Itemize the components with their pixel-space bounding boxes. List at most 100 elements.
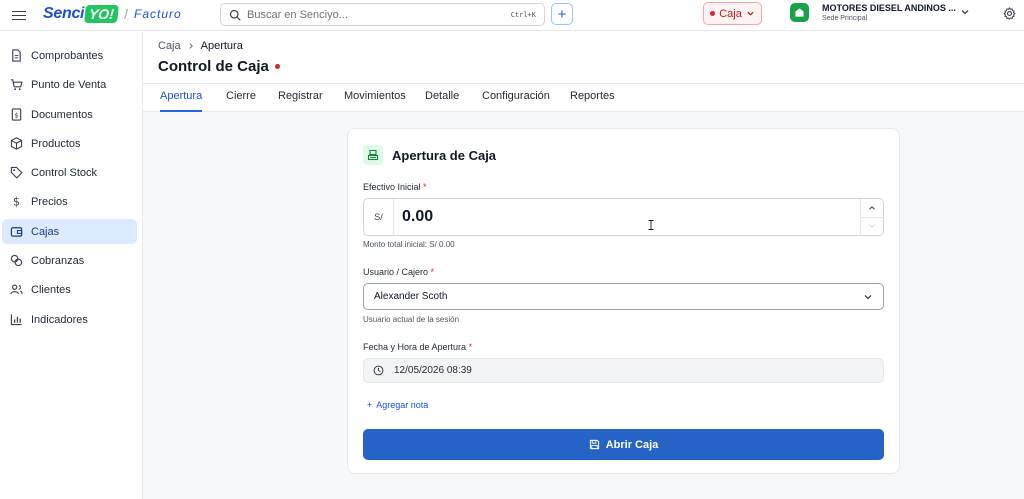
sidebar-item-comprobantes[interactable]: Comprobantes xyxy=(2,43,137,68)
caja-status-button[interactable]: Caja xyxy=(703,2,762,25)
users-icon xyxy=(10,284,23,295)
efectivo-field[interactable]: S/ xyxy=(363,198,884,236)
tab-movimientos[interactable]: Movimientos xyxy=(344,90,406,112)
sidebar-item-label: Clientes xyxy=(31,283,71,296)
caja-status-label: Caja xyxy=(719,7,742,20)
svg-text:$: $ xyxy=(13,196,20,208)
main-content: Apertura de Caja Efectivo Inicial * S/ M… xyxy=(143,112,1024,499)
abrir-caja-label: Abrir Caja xyxy=(605,438,659,451)
save-icon xyxy=(589,439,599,450)
box-icon xyxy=(10,137,23,150)
breadcrumb-apertura: Apertura xyxy=(200,40,243,52)
tag-icon xyxy=(10,166,23,179)
decrement-button[interactable] xyxy=(861,218,883,236)
sidebar-item-label: Indicadores xyxy=(31,313,88,326)
tab-cierre[interactable]: Cierre xyxy=(226,90,256,112)
efectivo-input[interactable] xyxy=(394,199,860,235)
add-note-label: Agregar nota xyxy=(376,400,429,410)
breadcrumb: Caja Apertura xyxy=(158,40,243,52)
menu-icon[interactable] xyxy=(12,8,26,22)
fecha-label: Fecha y Hora de Apertura * xyxy=(363,342,472,352)
breadcrumb-caja[interactable]: Caja xyxy=(158,40,181,52)
company-selector[interactable]: MOTORES DIESEL ANDINOS ... Sede Principa… xyxy=(790,3,969,22)
card-header: Apertura de Caja xyxy=(363,145,496,165)
fecha-value: 12/05/2026 08:39 xyxy=(394,365,472,376)
top-bar: Senci YO! / Facturo Ctrl+K + Caja MOTORE… xyxy=(0,0,1024,31)
sidebar-item-productos[interactable]: Productos xyxy=(2,131,137,156)
coins-icon xyxy=(10,254,23,267)
sidebar-item-clientes[interactable]: Clientes xyxy=(2,277,137,302)
sidebar-item-label: Punto de Venta xyxy=(31,78,107,91)
required-mark: * xyxy=(430,267,435,277)
wallet-icon xyxy=(10,227,23,237)
tab-detalle[interactable]: Detalle xyxy=(425,90,459,112)
page-header: Caja Apertura Control de Caja xyxy=(143,32,1024,84)
chevron-right-icon xyxy=(189,43,193,49)
sidebar-item-label: Cajas xyxy=(31,225,60,238)
tab-registrar[interactable]: Registrar xyxy=(278,90,323,112)
sidebar-item-label: Comprobantes xyxy=(31,49,104,62)
sidebar: Comprobantes Punto de Venta $ Documentos… xyxy=(0,32,143,499)
tab-reportes[interactable]: Reportes xyxy=(570,90,615,112)
logo-badge: YO! xyxy=(84,5,120,23)
required-mark: * xyxy=(423,182,427,192)
tab-bar: Apertura Cierre Registrar Movimientos De… xyxy=(143,84,1024,112)
currency-prefix: S/ xyxy=(364,199,394,235)
efectivo-label-text: Efectivo Inicial xyxy=(363,182,421,192)
sidebar-item-precios[interactable]: $ Precios xyxy=(2,189,137,214)
logo-separator: / xyxy=(124,6,128,22)
chevron-down-icon xyxy=(869,224,875,229)
quick-add-button[interactable]: + xyxy=(551,3,573,25)
abrir-caja-button[interactable]: Abrir Caja xyxy=(363,429,884,460)
logo-product: Facturo xyxy=(133,7,182,21)
sidebar-item-documentos[interactable]: $ Documentos xyxy=(2,102,137,127)
search-shortcut: Ctrl+K xyxy=(510,10,536,19)
clock-icon xyxy=(373,365,384,376)
sidebar-item-label: Cobranzas xyxy=(31,254,85,267)
file-text-icon xyxy=(12,49,21,62)
dollar-document-icon: $ xyxy=(11,108,22,121)
efectivo-help: Monto total inicial: S/ 0.00 xyxy=(363,240,455,249)
cash-register-icon xyxy=(363,145,383,165)
fecha-field: 12/05/2026 08:39 xyxy=(363,358,884,383)
sidebar-item-label: Precios xyxy=(31,195,68,208)
status-dot xyxy=(710,11,716,16)
sidebar-item-cajas[interactable]: Cajas xyxy=(2,219,137,244)
tab-apertura[interactable]: Apertura xyxy=(160,90,203,112)
fecha-label-text: Fecha y Hora de Apertura xyxy=(363,342,467,352)
global-search[interactable]: Ctrl+K xyxy=(220,3,545,26)
chevron-up-icon xyxy=(869,205,875,210)
sidebar-item-control-stock[interactable]: Control Stock xyxy=(2,160,137,185)
logo-text: Senci xyxy=(43,5,85,22)
sidebar-item-label: Control Stock xyxy=(31,166,98,179)
usuario-label: Usuario / Cajero * xyxy=(363,267,434,277)
page-title: Control de Caja xyxy=(158,58,280,75)
chevron-down-icon xyxy=(961,10,969,15)
sidebar-item-indicadores[interactable]: Indicadores xyxy=(2,307,137,332)
plus-icon: + xyxy=(367,400,373,410)
usuario-select[interactable]: Alexander Scoth xyxy=(363,283,884,310)
gear-icon[interactable] xyxy=(1003,7,1016,20)
chevron-down-icon xyxy=(864,294,872,299)
usuario-value: Alexander Scoth xyxy=(374,291,448,302)
required-mark: * xyxy=(468,342,473,352)
tab-configuracion[interactable]: Configuración xyxy=(482,90,550,112)
bar-chart-icon xyxy=(10,314,22,326)
add-note-link[interactable]: + Agregar nota xyxy=(367,400,428,410)
app-logo[interactable]: Senci YO! / Facturo xyxy=(43,3,182,25)
sidebar-item-label: Productos xyxy=(31,137,81,150)
increment-button[interactable] xyxy=(861,199,883,218)
sidebar-item-cobranzas[interactable]: Cobranzas xyxy=(2,248,137,273)
usuario-label-text: Usuario / Cajero xyxy=(363,267,429,277)
search-icon xyxy=(229,9,241,21)
amount-stepper[interactable] xyxy=(860,199,883,235)
sidebar-item-punto-de-venta[interactable]: Punto de Venta xyxy=(2,72,137,97)
efectivo-label: Efectivo Inicial * xyxy=(363,182,427,192)
search-input[interactable] xyxy=(247,8,511,21)
sidebar-item-label: Documentos xyxy=(31,108,93,121)
store-icon xyxy=(790,3,809,22)
plus-icon: + xyxy=(557,5,567,23)
card-title: Apertura de Caja xyxy=(392,147,497,163)
company-name: MOTORES DIESEL ANDINOS ... xyxy=(822,3,956,13)
chevron-down-icon xyxy=(747,11,754,16)
